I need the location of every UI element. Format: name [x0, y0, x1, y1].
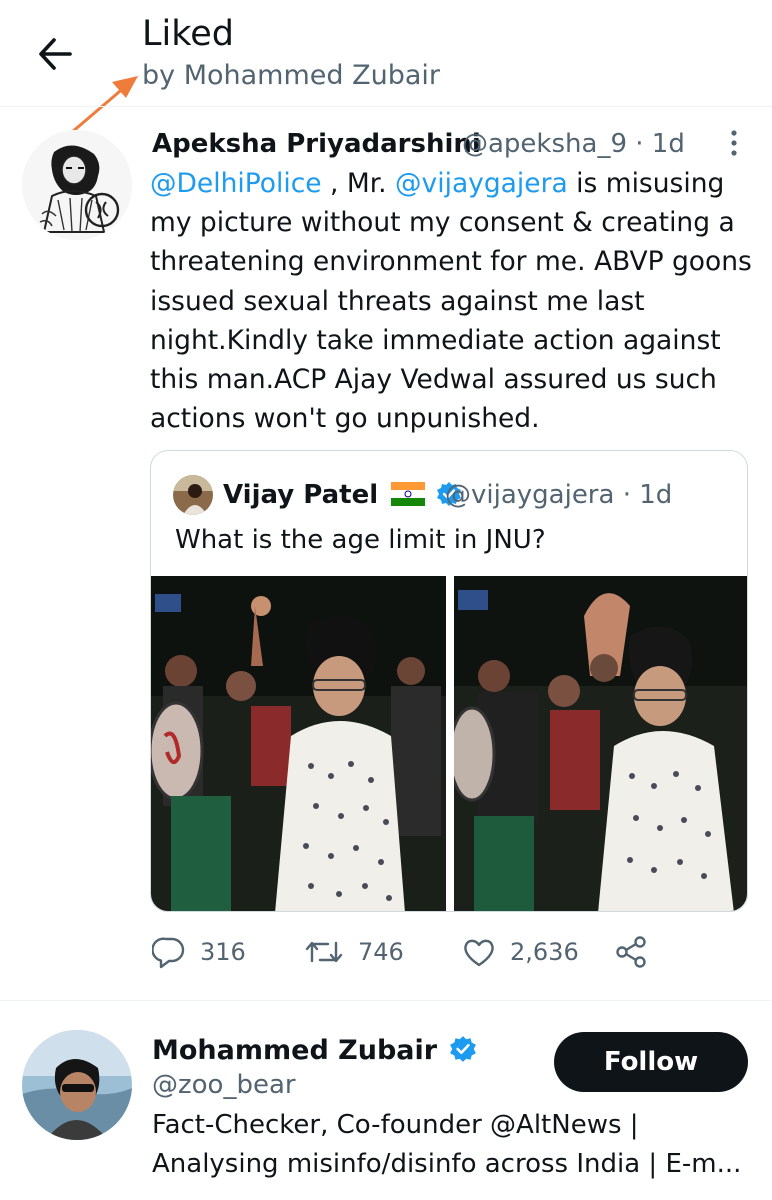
quote-author-avatar: [173, 475, 213, 515]
reply-button[interactable]: 316: [152, 930, 246, 974]
back-arrow-icon: [39, 38, 72, 70]
quoted-tweet[interactable]: Vijay Patel @vijaygajera · 1d What is th…: [150, 450, 748, 912]
share-button[interactable]: [614, 930, 648, 974]
sketch-portrait-icon: [22, 130, 132, 240]
more-vertical-icon: [731, 130, 737, 156]
mention-link[interactable]: @vijaygajera: [395, 168, 568, 199]
tweet-text: @DelhiPolice , Mr. @vijaygajera is misus…: [150, 168, 752, 435]
quote-author-name: Vijay Patel: [223, 475, 462, 515]
profile-avatar[interactable]: [22, 1030, 132, 1140]
share-icon: [616, 936, 646, 968]
quote-author-meta: @vijaygajera · 1d: [445, 480, 673, 510]
media-photo-left[interactable]: [151, 576, 446, 911]
profile-handle[interactable]: @zoo_bear: [152, 1067, 296, 1103]
tweet-author-meta[interactable]: @apeksha_9 · 1d: [462, 126, 685, 162]
like-button[interactable]: 2,636: [462, 930, 579, 974]
heart-icon: [464, 939, 494, 967]
media-photo-right[interactable]: [454, 576, 747, 911]
profile-name[interactable]: Mohammed Zubair: [152, 1032, 477, 1070]
quote-text: What is the age limit in JNU?: [175, 525, 546, 555]
more-options-button[interactable]: [724, 128, 744, 158]
page-title: Liked: [142, 14, 234, 54]
back-button[interactable]: [32, 30, 80, 78]
mention-link[interactable]: @DelhiPolice: [150, 168, 322, 199]
page-subtitle: by Mohammed Zubair: [142, 60, 441, 91]
follow-button[interactable]: Follow: [554, 1032, 748, 1092]
retweet-button[interactable]: 746: [304, 930, 404, 974]
tweet-divider: [0, 1000, 772, 1001]
quote-media[interactable]: [151, 576, 747, 911]
tweet-author-name[interactable]: Apeksha Priyadarshini: [152, 126, 481, 162]
verified-badge-icon: [449, 1036, 476, 1062]
india-flag-icon: [391, 482, 426, 506]
reply-icon: [152, 937, 185, 969]
tweet-author-avatar[interactable]: [22, 130, 132, 240]
header-divider: [0, 106, 772, 107]
profile-bio: Fact-Checker, Co-founder @AltNews | Anal…: [152, 1110, 742, 1179]
retweet-icon: [305, 941, 343, 963]
